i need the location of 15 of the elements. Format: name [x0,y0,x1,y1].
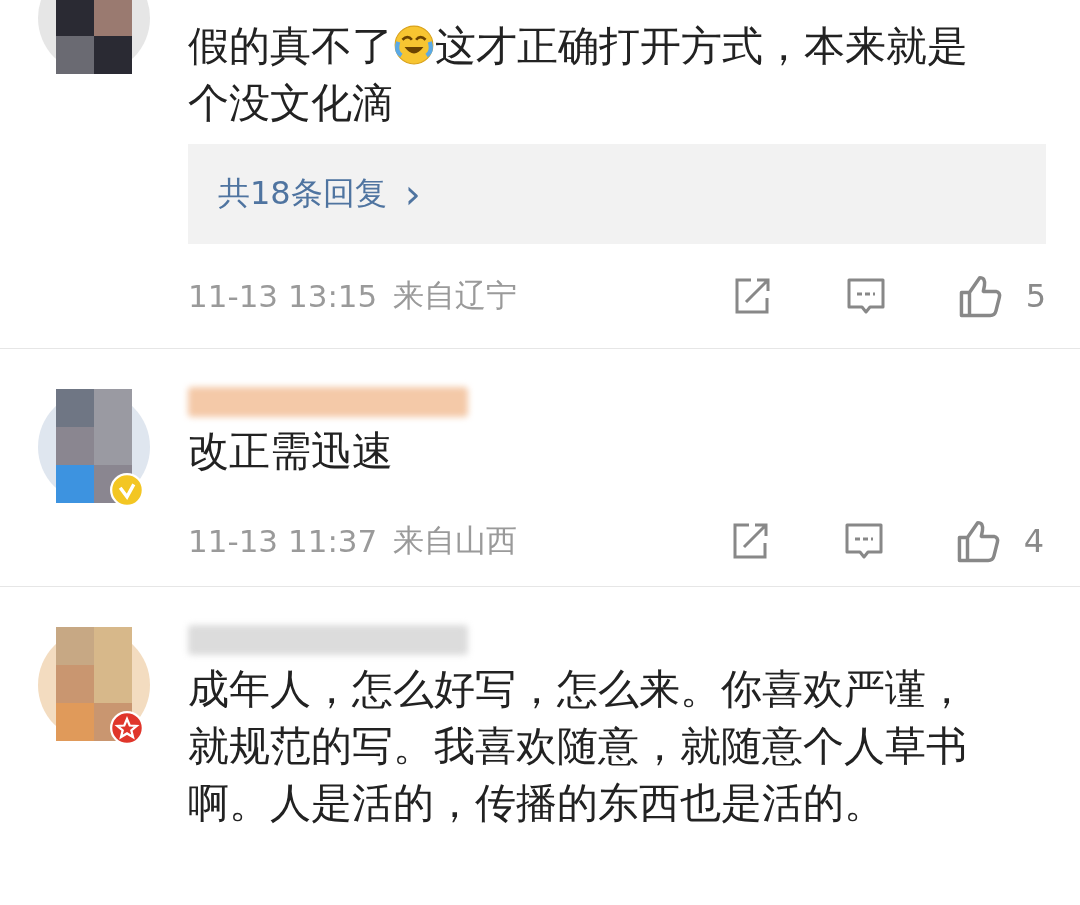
comment-location: 来自山西 [393,521,518,560]
comment-location: 来自辽宁 [393,276,518,315]
comment-time: 11-13 13:15 [188,278,378,314]
laughing-crying-emoji-icon [393,24,435,66]
comment-icon[interactable] [845,276,886,316]
thumbs-up-icon[interactable] [957,273,1004,319]
comment-text: 改正需迅速 [188,426,394,477]
comment-text: 成年人，怎么好写，怎么来。你喜欢严谨，就规范的写。我喜欢随意，就随意个人草书啊。人是活的，传播的东西也是活的。 [188,664,968,829]
thumbs-up-icon[interactable] [955,518,1002,564]
like-count: 5 [1025,277,1046,315]
like-count: 4 [1023,522,1044,560]
comment-text: 假的真不了 这才正确打开方式，本来就是个没文化滴 [188,21,969,129]
replies-link[interactable]: 共18条回复 › [188,144,1046,244]
comment-icon[interactable] [843,521,884,561]
comment-time: 11-13 11:37 [188,523,378,559]
